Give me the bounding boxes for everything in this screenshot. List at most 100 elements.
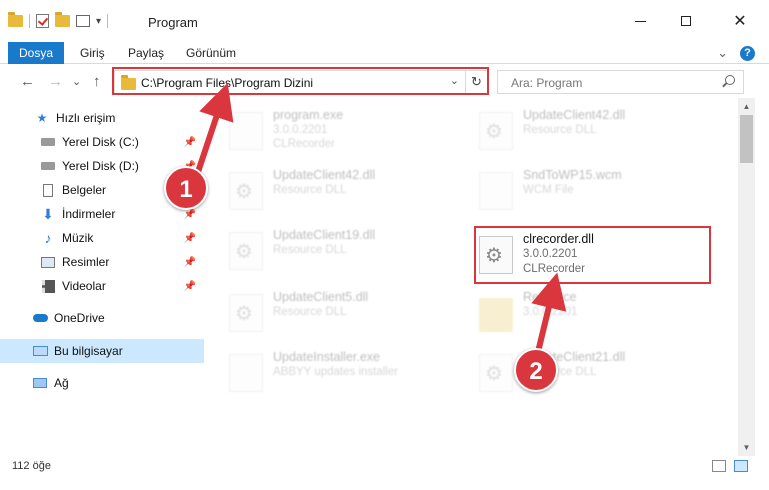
recent-locations-icon[interactable]: ⌄ — [72, 75, 81, 88]
sidebar-item-label: Belgeler — [62, 183, 107, 197]
ribbon-expand-icon[interactable]: ⌄ — [717, 45, 728, 61]
file-name: UpdateClient42.dll — [523, 108, 626, 122]
file-detail: WCM File — [523, 184, 574, 196]
search-icon[interactable] — [725, 75, 735, 85]
file-name: UpdateInstaller.exe — [273, 350, 381, 364]
tab-giris[interactable]: Giriş — [80, 42, 105, 64]
file-item[interactable]: UpdateClient42.dll Resource DLL — [211, 164, 471, 222]
sidebar-item-label: Resimler — [62, 255, 110, 269]
sidebar-item-videos[interactable]: Videolar 📌 — [0, 274, 204, 298]
step-badge-2: 2 — [514, 348, 558, 392]
back-arrow-icon[interactable]: ← — [20, 73, 35, 90]
download-icon: ⬇ — [42, 205, 54, 222]
file-detail: Resource DLL — [273, 244, 347, 256]
window-title: Program — [148, 15, 198, 30]
folder-icon[interactable] — [8, 12, 23, 27]
new-folder-icon[interactable] — [55, 12, 70, 27]
scroll-down-icon[interactable]: ▼ — [738, 439, 755, 456]
network-icon — [32, 376, 48, 390]
pin-icon[interactable]: 📌 — [184, 257, 196, 268]
music-icon: ♪ — [44, 230, 52, 246]
qat-dropdown-icon[interactable]: ▾ — [96, 16, 101, 27]
dll-icon — [479, 354, 513, 392]
cloud-icon — [32, 311, 48, 325]
file-item[interactable]: Resource 3.0.0.2201 — [461, 286, 721, 344]
file-item[interactable]: SndToWP15.wcm WCM File — [461, 164, 721, 222]
sidebar-item-music[interactable]: ♪ Müzik 📌 — [0, 226, 204, 250]
file-detail: Resource DLL — [523, 124, 597, 136]
status-bar: 112 öğe — [0, 456, 769, 478]
sidebar-item-label: OneDrive — [54, 311, 105, 325]
ribbon-controls: ⌄ ? — [717, 45, 755, 61]
sidebar-item-label: Bu bilgisayar — [54, 344, 123, 358]
up-arrow-icon[interactable]: ↑ — [93, 73, 101, 90]
pin-icon[interactable]: 📌 — [184, 209, 196, 220]
file-detail: CLRecorder — [273, 138, 335, 150]
file-item[interactable]: UpdateInstaller.exe ABBYY updates instal… — [211, 346, 471, 404]
details-view-icon[interactable] — [712, 460, 726, 472]
file-item[interactable]: UpdateClient5.dll Resource DLL — [211, 286, 471, 344]
sidebar-item-label: Hızlı erişim — [56, 111, 116, 125]
vertical-scrollbar[interactable]: ▲ ▼ — [738, 98, 755, 456]
sidebar-item-label: İndirmeler — [62, 207, 116, 221]
close-icon: ✕ — [733, 13, 747, 30]
tab-gorunum[interactable]: Görünüm — [186, 42, 236, 64]
file-name: Resource — [523, 290, 577, 304]
sidebar-item-label: Yerel Disk (D:) — [62, 159, 139, 173]
folder-icon — [479, 298, 513, 332]
sidebar-item-local-disk-c[interactable]: Yerel Disk (C:) 📌 — [0, 130, 204, 154]
dll-icon — [229, 294, 263, 332]
file-icon — [479, 172, 513, 210]
search-box[interactable]: Ara: Program — [497, 70, 744, 94]
file-name: program.exe — [273, 108, 344, 122]
video-icon — [40, 279, 56, 293]
close-button[interactable]: ✕ — [717, 0, 763, 42]
computer-icon — [32, 344, 48, 358]
file-item[interactable]: UpdateClient19.dll Resource DLL — [211, 224, 471, 282]
tab-dosya[interactable]: Dosya — [8, 42, 64, 64]
minimize-icon — [634, 20, 646, 22]
maximize-button[interactable] — [663, 0, 709, 42]
pin-icon[interactable]: 📌 — [184, 137, 196, 148]
dll-icon — [229, 232, 263, 270]
sidebar-item-network[interactable]: Ağ — [0, 371, 204, 395]
step-badge-1: 1 — [164, 166, 208, 210]
document-icon — [40, 183, 56, 197]
file-detail: 3.0.0.2201 — [273, 124, 328, 136]
help-icon[interactable]: ? — [740, 45, 755, 61]
ribbon-tabs: Dosya Giriş Paylaş Görünüm ⌄ ? — [0, 42, 769, 64]
checkbox-icon[interactable] — [36, 14, 49, 28]
tiles-view-icon[interactable] — [734, 460, 748, 472]
address-highlight-box — [112, 67, 489, 95]
disk-icon — [40, 159, 56, 173]
file-name: UpdateClient19.dll — [273, 228, 376, 242]
sidebar-item-label: Müzik — [62, 231, 94, 245]
pictures-icon — [40, 255, 56, 269]
exe-icon — [229, 112, 263, 150]
file-item[interactable]: program.exe 3.0.0.2201 CLRecorder — [211, 104, 471, 162]
sidebar-item-onedrive[interactable]: OneDrive — [0, 306, 204, 330]
sidebar-item-pictures[interactable]: Resimler 📌 — [0, 250, 204, 274]
sidebar-item-label: Ağ — [54, 376, 69, 390]
file-detail: 3.0.0.2201 — [523, 306, 578, 318]
forward-arrow-icon[interactable]: → — [48, 73, 63, 90]
search-placeholder[interactable]: Ara: Program — [511, 76, 582, 90]
properties-icon[interactable] — [76, 15, 90, 27]
file-item[interactable]: UpdateClient42.dll Resource DLL — [461, 104, 721, 162]
file-detail: Resource DLL — [273, 306, 347, 318]
tab-paylas[interactable]: Paylaş — [128, 42, 164, 64]
toolbar-separator — [107, 14, 109, 28]
quick-access-toolbar: ▾ — [8, 12, 109, 28]
sidebar-item-quick-access[interactable]: ★ Hızlı erişim — [0, 106, 204, 130]
sidebar-item-this-pc[interactable]: Bu bilgisayar — [0, 339, 204, 363]
file-item[interactable]: UpdateClient21.dll Resource DLL — [461, 346, 721, 404]
toolbar-separator — [29, 14, 30, 28]
minimize-button[interactable] — [617, 0, 663, 42]
installer-icon — [229, 354, 263, 392]
sidebar-item-label: Videolar — [62, 279, 106, 293]
pin-icon[interactable]: 📌 — [184, 233, 196, 244]
sidebar-item-label: Yerel Disk (C:) — [62, 135, 139, 149]
scroll-up-icon[interactable]: ▲ — [738, 98, 755, 115]
scroll-thumb[interactable] — [740, 115, 753, 163]
pin-icon[interactable]: 📌 — [184, 281, 196, 292]
